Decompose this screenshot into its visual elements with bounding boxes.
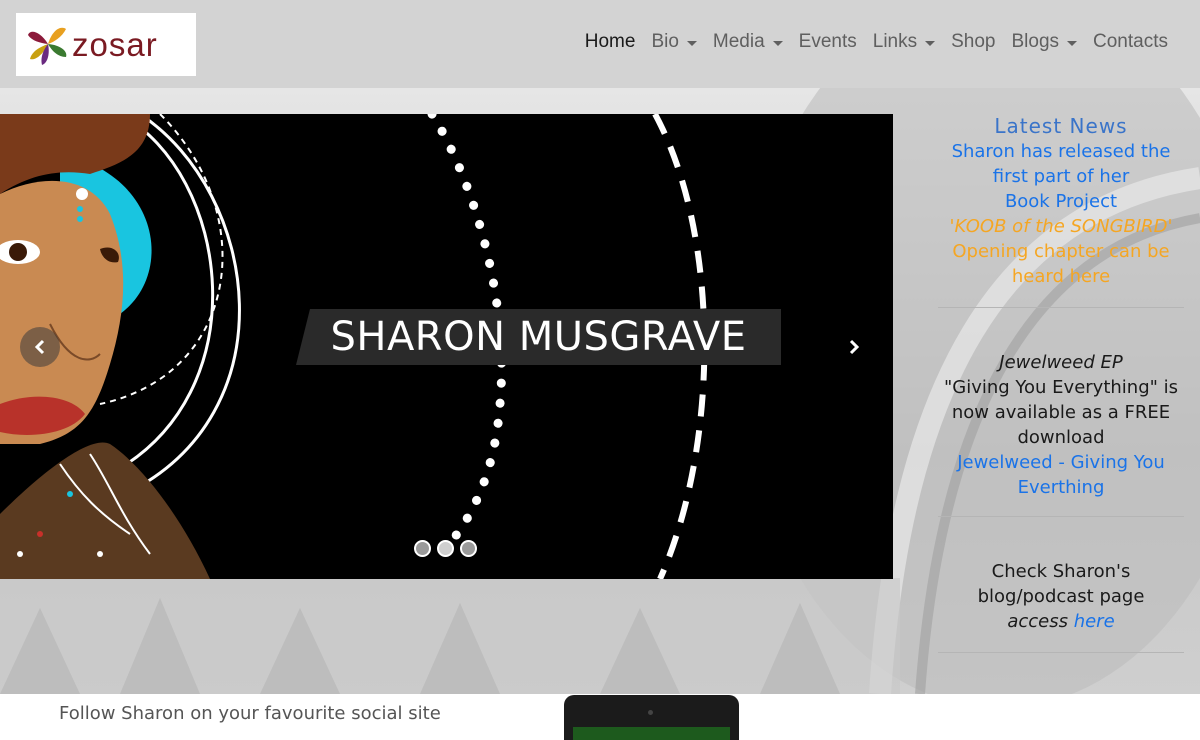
nav-events[interactable]: Events xyxy=(791,31,865,53)
chevron-down-icon xyxy=(686,40,697,46)
nav-links[interactable]: Links xyxy=(865,31,943,53)
nav-events-label: Events xyxy=(798,31,857,52)
tablet-screen xyxy=(573,727,730,740)
carousel-prev-button[interactable] xyxy=(20,327,60,367)
nav-contacts[interactable]: Contacts xyxy=(1085,31,1176,53)
tablet-camera xyxy=(648,710,653,715)
caption-text: SHARON MUSGRAVE xyxy=(330,314,747,360)
news-blog-link[interactable]: here xyxy=(1074,611,1115,632)
nav-contacts-label: Contacts xyxy=(1093,31,1168,52)
nav-home-label: Home xyxy=(584,31,636,52)
logo[interactable]: zosar xyxy=(16,13,196,76)
news-ep-title: Jewelweed EP xyxy=(999,352,1123,373)
chevron-left-icon xyxy=(34,339,45,355)
news-ep-link[interactable]: Jewelweed - Giving You Everthing xyxy=(938,450,1184,500)
news-blog-text: Check Sharon's blog/podcast page xyxy=(977,561,1145,607)
news-book-chapter-link[interactable]: Opening chapter can be heard here xyxy=(938,239,1184,289)
news-book-intro: Sharon has released the first part of he… xyxy=(951,141,1171,187)
carousel-indicator-2[interactable] xyxy=(437,540,454,557)
nav-media-label: Media xyxy=(712,31,765,52)
news-item-blog: Check Sharon's blog/podcast page access … xyxy=(938,517,1184,652)
nav-links-label: Links xyxy=(872,31,918,52)
follow-text: Follow Sharon on your favourite social s… xyxy=(59,703,441,724)
navbar: zosar Home Bio Media Events Links Shop B… xyxy=(0,0,1200,88)
nav-shop[interactable]: Shop xyxy=(943,31,1003,53)
carousel-caption: SHARON MUSGRAVE xyxy=(296,309,781,365)
carousel-indicator-1[interactable] xyxy=(414,540,431,557)
divider xyxy=(938,652,1184,653)
news-item-book: Latest News Sharon has released the firs… xyxy=(938,114,1184,307)
news-ep-text: "Giving You Everything" is now available… xyxy=(943,377,1179,448)
news-item-ep: Jewelweed EP "Giving You Everything" is … xyxy=(938,308,1184,516)
nav-blogs-label: Blogs xyxy=(1011,31,1060,52)
carousel-indicator-3[interactable] xyxy=(460,540,477,557)
nav-bio-label: Bio xyxy=(651,31,679,52)
chevron-down-icon xyxy=(772,40,783,46)
nav-bio[interactable]: Bio xyxy=(643,31,704,53)
carousel-indicators xyxy=(414,540,477,557)
tablet-image xyxy=(564,695,739,740)
nav-shop-label: Shop xyxy=(951,31,996,52)
news-book-title[interactable]: 'KOOB of the SONGBIRD' xyxy=(938,214,1184,239)
chevron-down-icon xyxy=(925,40,936,46)
nav-media[interactable]: Media xyxy=(705,31,791,53)
social-section: Follow Sharon on your favourite social s… xyxy=(0,694,1200,740)
hero-carousel[interactable]: SHARON MUSGRAVE xyxy=(0,114,893,579)
news-title: Latest News xyxy=(994,114,1128,138)
news-sidebar: Latest News Sharon has released the firs… xyxy=(938,114,1184,653)
nav-blogs[interactable]: Blogs xyxy=(1003,31,1085,53)
main-nav: Home Bio Media Events Links Shop Blogs C… xyxy=(577,31,1176,53)
chevron-down-icon xyxy=(1067,40,1078,46)
nav-home[interactable]: Home xyxy=(577,31,644,53)
pinwheel-logo-icon xyxy=(28,27,67,65)
news-book-link[interactable]: Book Project xyxy=(938,189,1184,214)
logo-text: zosar xyxy=(72,26,158,63)
carousel-next-button[interactable] xyxy=(834,327,874,367)
news-blog-access: access xyxy=(1007,611,1068,632)
chevron-right-icon xyxy=(849,339,860,355)
main-section: SHARON MUSGRAVE Latest News Sharon has r… xyxy=(0,88,1200,694)
